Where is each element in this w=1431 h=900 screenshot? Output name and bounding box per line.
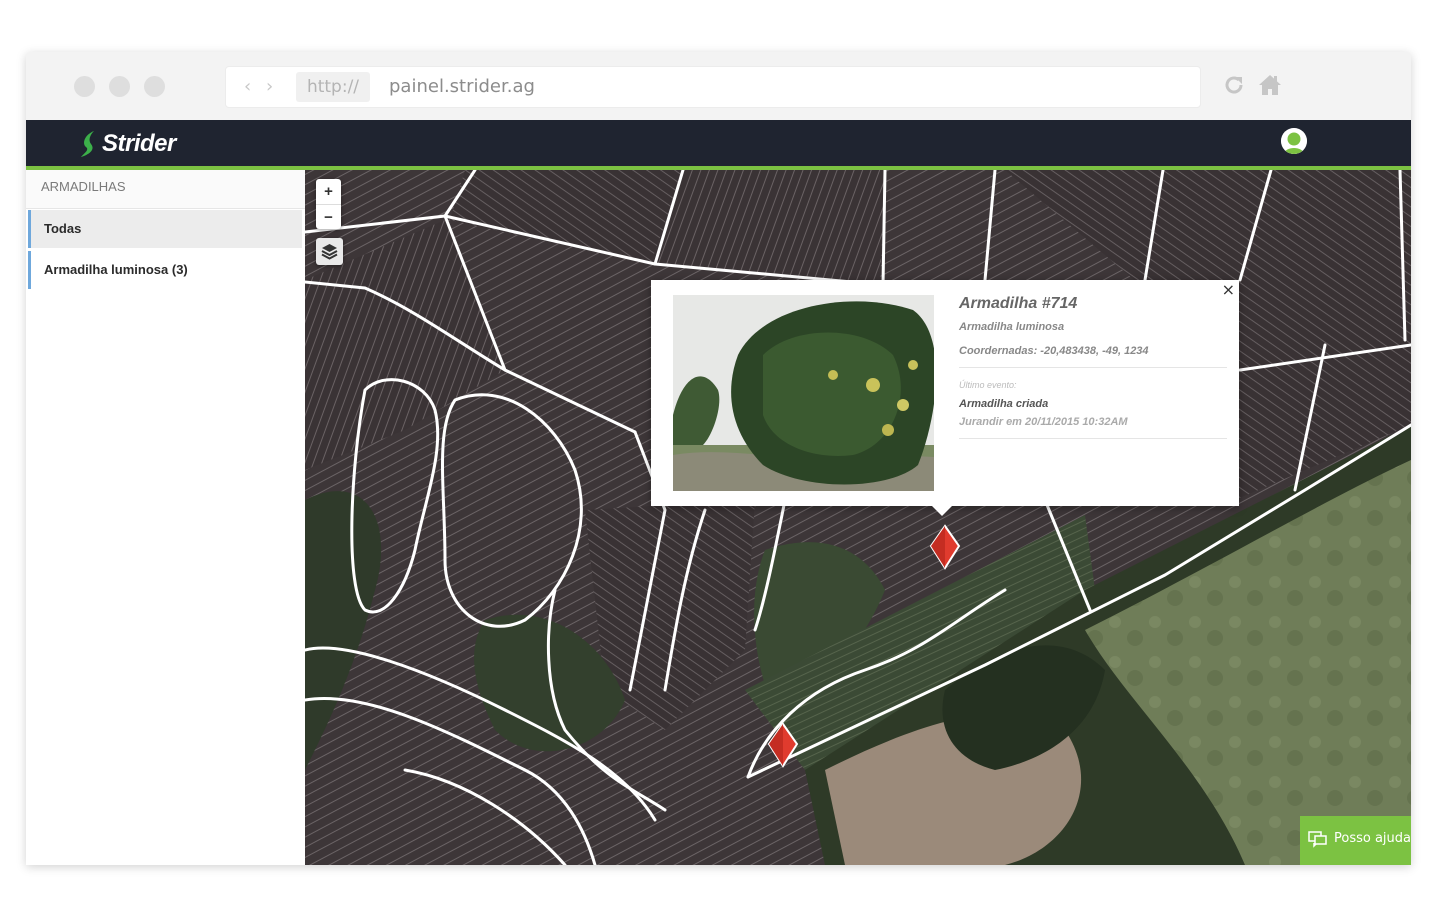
- app-header: Strider: [26, 120, 1411, 170]
- trap-details: Armadilha #714 Armadilha luminosa Coorde…: [959, 295, 1227, 439]
- popup-divider: [959, 367, 1227, 368]
- sidebar-title: ARMADILHAS: [26, 170, 305, 209]
- trap-popup: × Armadilha #714 Armadilha luminosa Coor…: [651, 280, 1239, 516]
- last-event-label-colon: :: [1014, 380, 1017, 390]
- user-avatar-icon: [1281, 128, 1307, 154]
- home-icon[interactable]: [1257, 72, 1283, 98]
- map-view[interactable]: + − × Armadilha #714 Armadilha luminosa …: [305, 170, 1411, 865]
- window-maximize-dot[interactable]: [144, 76, 165, 97]
- trap-type: Armadilha luminosa: [959, 321, 1065, 333]
- browser-window: ‹ › http:// painel.strider.ag Strider AR…: [26, 52, 1411, 865]
- trap-marker[interactable]: [767, 722, 799, 768]
- back-arrow-icon[interactable]: ‹: [244, 76, 251, 97]
- strider-logo[interactable]: Strider: [80, 129, 176, 159]
- popup-pointer: [932, 506, 952, 516]
- zoom-out-button[interactable]: −: [316, 204, 341, 230]
- popup-divider: [959, 438, 1227, 439]
- orange-tree-photo: [673, 295, 934, 491]
- trap-marker-714[interactable]: [929, 524, 961, 570]
- satellite-imagery: [305, 170, 1411, 865]
- help-widget[interactable]: Posso ajudar?: [1300, 816, 1411, 865]
- reload-icon[interactable]: [1221, 72, 1247, 98]
- window-minimize-dot[interactable]: [109, 76, 130, 97]
- last-event-label-text: Último evento: [959, 380, 1015, 390]
- user-avatar[interactable]: [1281, 128, 1307, 154]
- url-protocol: http://: [296, 72, 370, 102]
- brand-name: Strider: [102, 130, 176, 157]
- sidebar-item-todas[interactable]: Todas: [28, 210, 302, 248]
- trap-coordinates: Coordernadas: -20,483438, -49, 1234: [959, 345, 1149, 357]
- sidebar-item-armadilha-luminosa[interactable]: Armadilha luminosa (3): [28, 251, 302, 289]
- sidebar: ARMADILHAS Todas Armadilha luminosa (3): [26, 170, 306, 865]
- help-label: Posso ajudar?: [1334, 831, 1411, 846]
- last-event-label: Último evento:: [959, 380, 1227, 390]
- last-event-meta: Jurandir em 20/11/2015 10:32AM: [959, 416, 1128, 428]
- url-text[interactable]: painel.strider.ag: [389, 67, 535, 107]
- trap-title: Armadilha #714: [959, 295, 1078, 312]
- window-close-dot[interactable]: [74, 76, 95, 97]
- zoom-control: + −: [316, 179, 341, 229]
- chat-icon: [1308, 831, 1327, 848]
- sidebar-item-label: Armadilha luminosa (3): [44, 262, 188, 277]
- trap-photo: [673, 295, 934, 491]
- leaf-logo-icon: [81, 131, 94, 157]
- browser-chrome: ‹ › http:// painel.strider.ag: [26, 52, 1411, 121]
- zoom-in-button[interactable]: +: [316, 179, 341, 204]
- forward-arrow-icon[interactable]: ›: [266, 76, 273, 97]
- last-event-title: Armadilha criada: [959, 398, 1049, 410]
- layers-icon: [321, 244, 338, 260]
- sidebar-item-label: Todas: [44, 221, 82, 236]
- address-bar[interactable]: ‹ › http:// painel.strider.ag: [225, 66, 1201, 108]
- layers-button[interactable]: [316, 238, 343, 265]
